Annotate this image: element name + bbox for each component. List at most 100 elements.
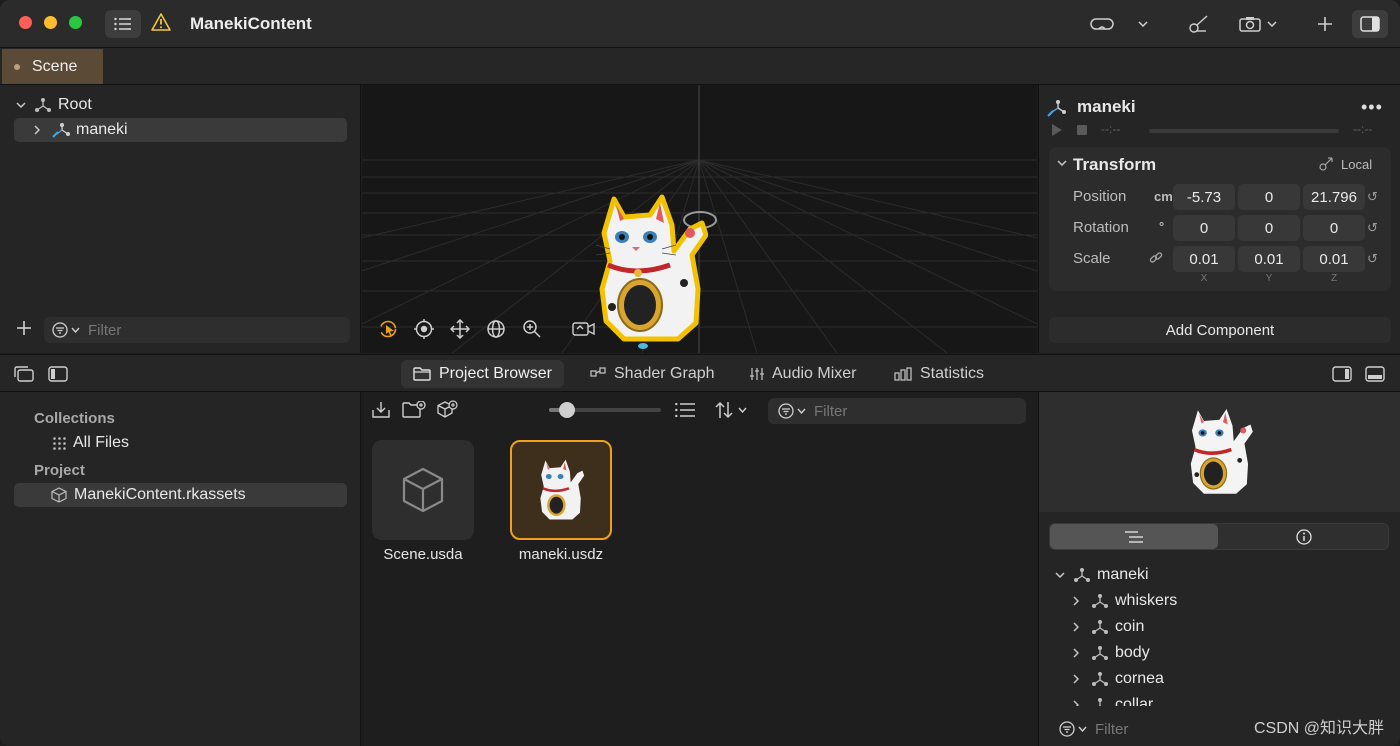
bottom-panel-toggle-icon[interactable] bbox=[1365, 366, 1385, 382]
tab-audio-mixer[interactable]: Audio Mixer bbox=[738, 360, 868, 388]
hierarchy-mode-button[interactable] bbox=[1050, 524, 1218, 549]
new-folder-icon[interactable] bbox=[402, 401, 426, 419]
windows-icon[interactable] bbox=[14, 366, 34, 382]
chevron-right-icon[interactable] bbox=[34, 125, 48, 135]
content-tree-root-label: maneki bbox=[1097, 566, 1149, 583]
position-z-field[interactable]: 21.796 bbox=[1303, 184, 1365, 210]
sidebar-item-all-files[interactable]: All Files bbox=[52, 431, 129, 455]
sidebar-toggle-icon[interactable] bbox=[48, 366, 68, 382]
inspector-toggle-icon[interactable] bbox=[1352, 10, 1388, 38]
tab-shader-graph-label: Shader Graph bbox=[614, 365, 715, 382]
tab-shader-graph[interactable]: Shader Graph bbox=[578, 360, 727, 388]
slider-knob[interactable] bbox=[559, 402, 575, 418]
reset-icon[interactable]: ↺ bbox=[1367, 189, 1378, 205]
camera-menu-button[interactable] bbox=[1234, 10, 1282, 38]
list-view-icon[interactable] bbox=[675, 403, 695, 417]
chevron-down-icon bbox=[1267, 21, 1277, 27]
add-component-button[interactable]: Add Component bbox=[1049, 317, 1391, 343]
content-tree-item[interactable]: cornea bbox=[1073, 667, 1164, 691]
window-title: ManekiContent bbox=[190, 14, 312, 33]
select-tool-icon[interactable] bbox=[376, 317, 400, 341]
add-entity-button[interactable] bbox=[16, 320, 32, 336]
rotation-y-field[interactable]: 0 bbox=[1238, 215, 1300, 241]
position-y-field[interactable]: 0 bbox=[1238, 184, 1300, 210]
zoom-tool-icon[interactable] bbox=[520, 317, 544, 341]
thumbnail-size-slider[interactable] bbox=[549, 402, 661, 418]
filter-icon bbox=[778, 403, 794, 419]
plus-icon[interactable] bbox=[1312, 10, 1338, 38]
tree-row-maneki[interactable]: maneki bbox=[14, 118, 347, 142]
headset-icon[interactable] bbox=[1086, 10, 1118, 38]
import-icon[interactable] bbox=[372, 401, 390, 419]
tree-row-root[interactable]: Root bbox=[16, 93, 346, 117]
sidebar-list-toggle-button[interactable] bbox=[105, 10, 141, 38]
space-label[interactable]: Local bbox=[1341, 157, 1372, 172]
chevron-right-icon[interactable] bbox=[1073, 596, 1087, 606]
pivot-marker-icon bbox=[638, 343, 648, 349]
chevron-right-icon[interactable] bbox=[1073, 622, 1087, 632]
info-mode-button[interactable] bbox=[1220, 524, 1388, 549]
add-entity-asset-icon[interactable] bbox=[436, 400, 458, 420]
gizmo-icon[interactable] bbox=[1184, 10, 1214, 38]
crosshair-tool-icon[interactable] bbox=[412, 317, 436, 341]
minimize-window-button[interactable] bbox=[44, 16, 57, 29]
camera-switch-icon[interactable] bbox=[572, 317, 596, 341]
content-tree-item[interactable]: coin bbox=[1073, 615, 1144, 639]
asset-tile[interactable]: maneki.usdz bbox=[510, 440, 612, 563]
hierarchy-filter[interactable]: Filter bbox=[44, 317, 350, 343]
reset-icon[interactable]: ↺ bbox=[1367, 251, 1378, 267]
chevron-down-icon[interactable] bbox=[1132, 10, 1154, 38]
content-tree-item[interactable]: whiskers bbox=[1073, 589, 1177, 613]
scale-y-field[interactable]: 0.01 bbox=[1238, 246, 1300, 272]
chevron-down-icon[interactable] bbox=[1055, 572, 1069, 578]
tab-statistics[interactable]: Statistics bbox=[882, 360, 996, 388]
project-item-label: ManekiContent.rkassets bbox=[74, 486, 246, 503]
browser-filter[interactable]: Filter bbox=[768, 398, 1026, 424]
tab-scene[interactable]: Scene bbox=[2, 49, 103, 84]
sort-button[interactable] bbox=[714, 401, 747, 419]
close-window-button[interactable] bbox=[19, 16, 32, 29]
stop-icon[interactable] bbox=[1077, 125, 1087, 135]
more-options-icon[interactable]: ••• bbox=[1361, 97, 1383, 118]
all-files-label: All Files bbox=[73, 434, 130, 451]
link-icon[interactable] bbox=[1149, 251, 1163, 265]
scale-label: Scale bbox=[1073, 250, 1111, 267]
warning-icon[interactable] bbox=[151, 13, 171, 31]
chevron-down-icon[interactable] bbox=[1057, 160, 1067, 166]
content-tree-item[interactable]: body bbox=[1073, 641, 1150, 665]
asset-preview[interactable] bbox=[1039, 392, 1400, 512]
chevron-down-icon[interactable] bbox=[16, 102, 30, 108]
inspector-panel-toggle-icon[interactable] bbox=[1332, 366, 1352, 382]
maneki-model[interactable] bbox=[594, 189, 708, 349]
position-unit[interactable]: cm bbox=[1154, 189, 1173, 204]
chevron-right-icon[interactable] bbox=[1073, 674, 1087, 684]
rotation-x-field[interactable]: 0 bbox=[1173, 215, 1235, 241]
model-entity-icon bbox=[1047, 99, 1067, 117]
rotation-z-field[interactable]: 0 bbox=[1303, 215, 1365, 241]
sidebar-item-project[interactable]: ManekiContent.rkassets bbox=[14, 483, 347, 507]
chevron-right-icon[interactable] bbox=[1073, 648, 1087, 658]
sort-icon bbox=[714, 401, 734, 419]
chevron-right-icon[interactable] bbox=[1073, 700, 1087, 706]
tab-project-browser[interactable]: Project Browser bbox=[401, 360, 564, 388]
rotate-tool-icon[interactable] bbox=[484, 317, 508, 341]
zoom-window-button[interactable] bbox=[69, 16, 82, 29]
scale-z-field[interactable]: 0.01 bbox=[1303, 246, 1365, 272]
animation-scrubber[interactable] bbox=[1149, 129, 1339, 133]
modified-dot-icon bbox=[14, 63, 20, 70]
play-icon[interactable] bbox=[1051, 124, 1063, 136]
rotation-unit[interactable]: ° bbox=[1159, 219, 1164, 234]
axis-y-label: Y bbox=[1265, 273, 1273, 284]
local-space-icon[interactable] bbox=[1319, 157, 1333, 171]
camera-icon bbox=[1239, 16, 1261, 32]
content-tree-item[interactable]: collar bbox=[1073, 693, 1153, 706]
asset-thumbnail[interactable] bbox=[510, 440, 612, 540]
reset-icon[interactable]: ↺ bbox=[1367, 220, 1378, 236]
asset-tile[interactable]: Scene.usda bbox=[372, 440, 474, 563]
scale-x-field[interactable]: 0.01 bbox=[1173, 246, 1235, 272]
move-tool-icon[interactable] bbox=[448, 317, 472, 341]
position-x-field[interactable]: -5.73 bbox=[1173, 184, 1235, 210]
asset-thumbnail[interactable] bbox=[372, 440, 474, 540]
scene-viewport[interactable] bbox=[362, 85, 1037, 353]
content-tree-root[interactable]: maneki bbox=[1055, 563, 1149, 587]
